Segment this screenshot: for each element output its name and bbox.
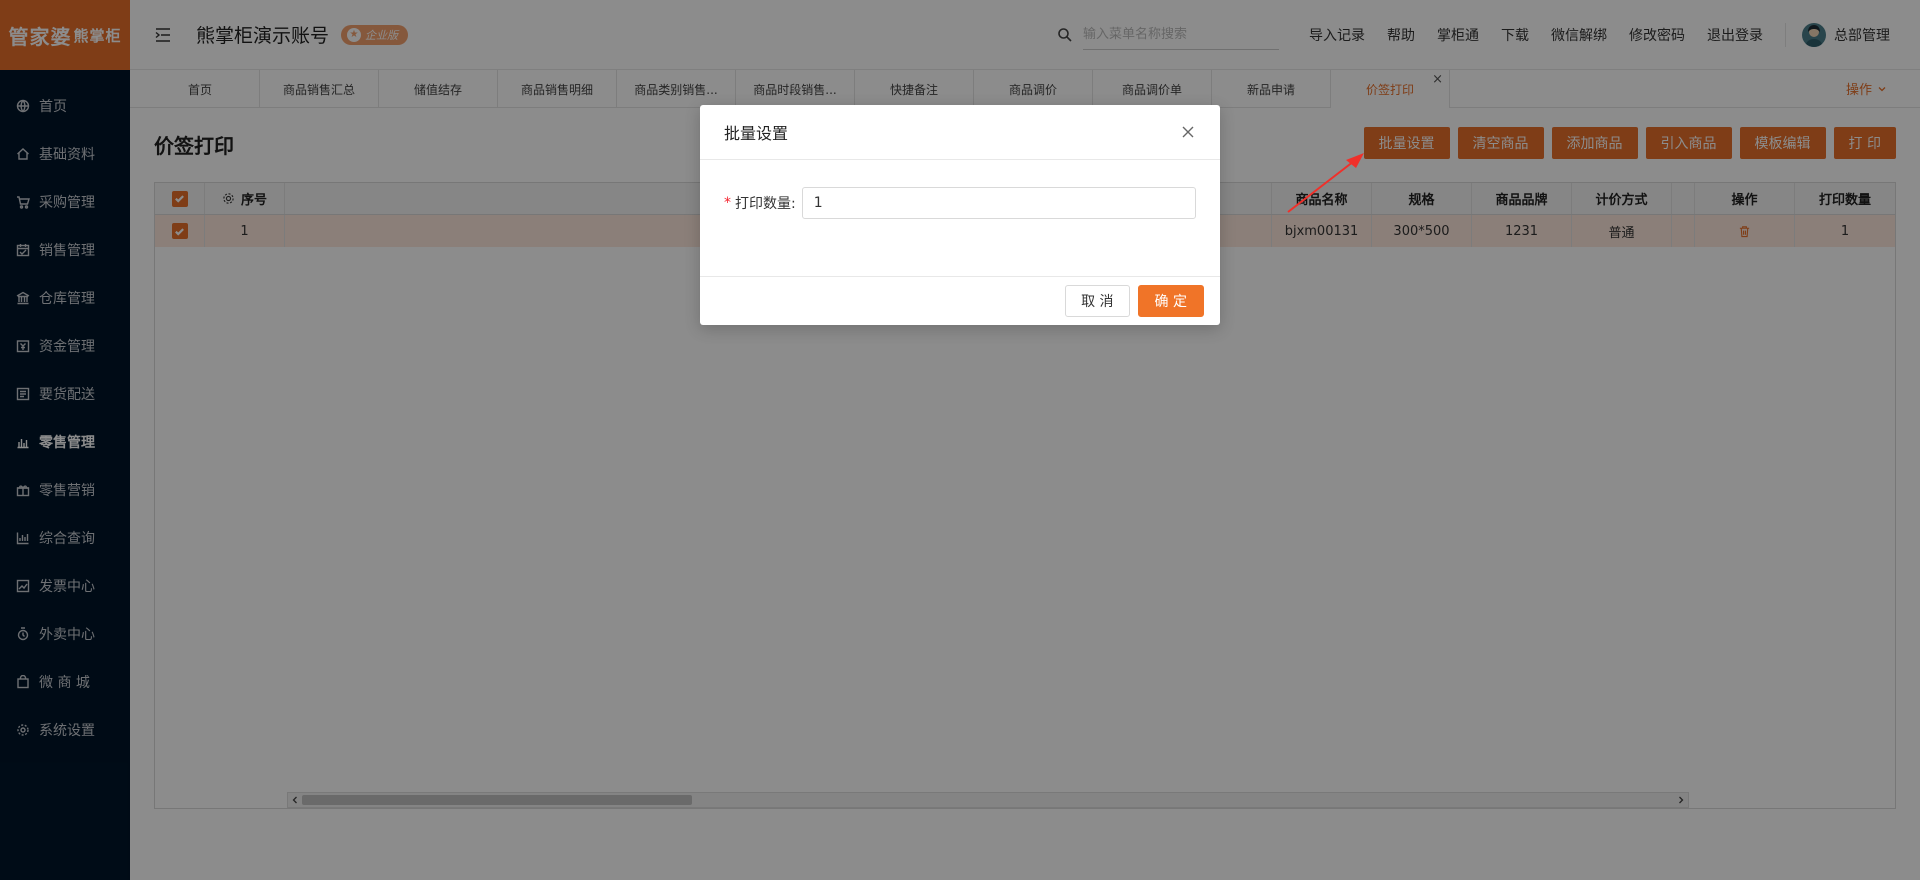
print-qty-input[interactable] [801, 187, 1196, 219]
print-qty-label-text: 打印数量: [735, 196, 796, 212]
print-qty-label: * 打印数量: [724, 187, 796, 219]
cancel-button[interactable]: 取 消 [1065, 285, 1130, 317]
close-icon[interactable] [1180, 124, 1196, 140]
modal-title: 批量设置 [724, 124, 789, 143]
required-mark: * [724, 195, 731, 211]
confirm-button[interactable]: 确 定 [1137, 285, 1204, 317]
modal-body: * 打印数量: [700, 160, 1220, 277]
batch-settings-dialog: 批量设置 * 打印数量: 取 消 确 定 [700, 105, 1220, 325]
modal-header: 批量设置 [700, 105, 1220, 160]
modal-footer: 取 消 确 定 [700, 277, 1220, 325]
